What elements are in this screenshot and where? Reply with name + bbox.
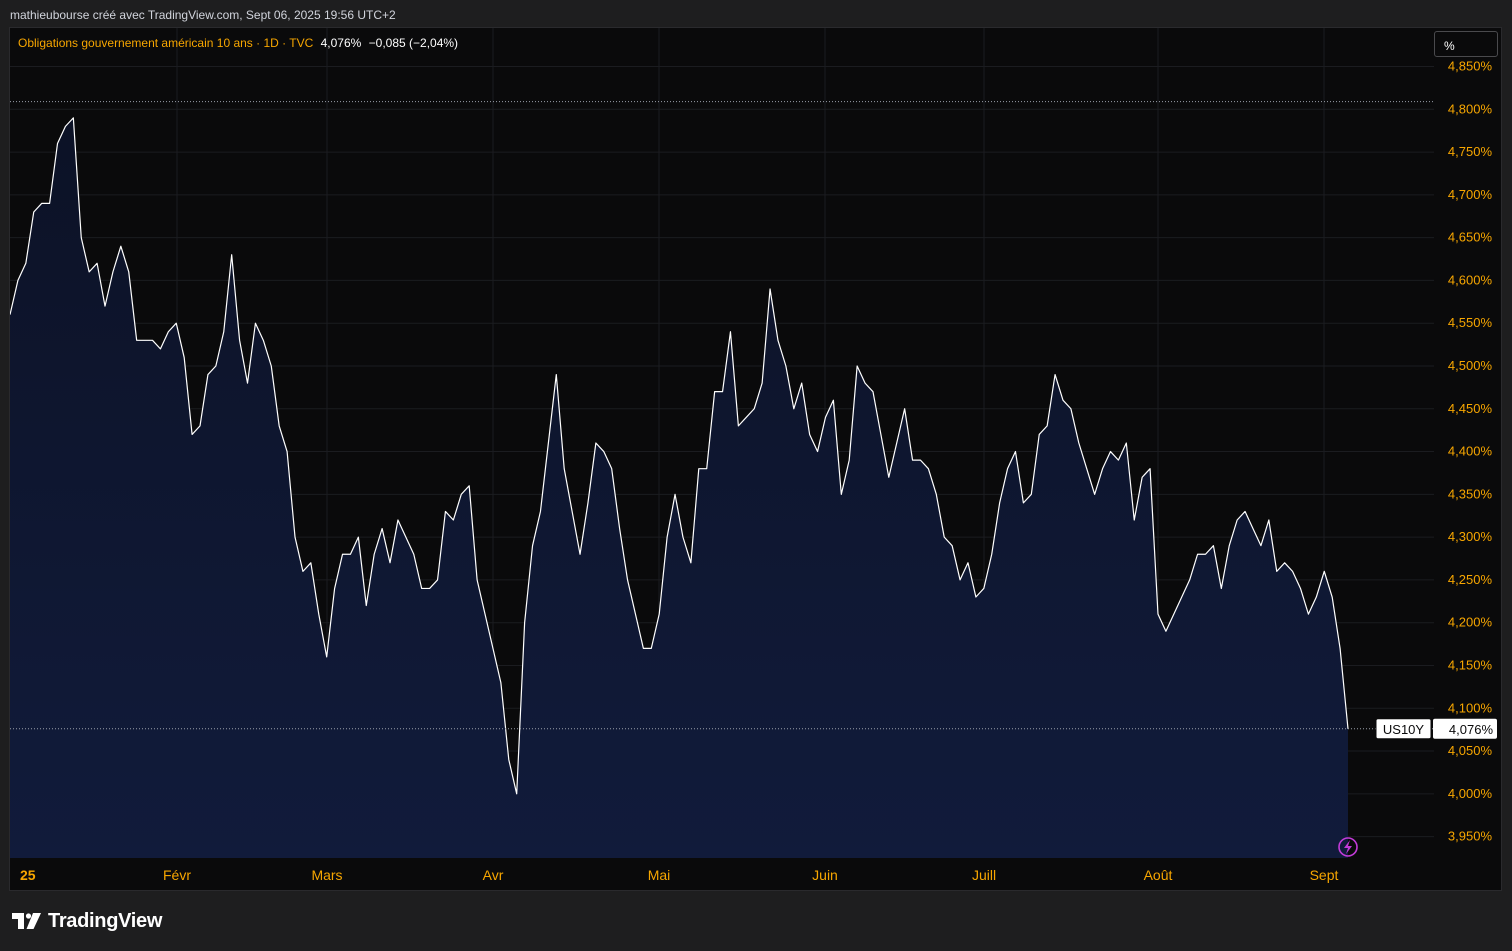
price-chart[interactable]: 3,950% 4,000% 4,050% 4,100% 4,150% 4,200% 4,25… (10, 28, 1502, 891)
y-tick-label: 4,350% (1448, 486, 1493, 501)
y-tick-label: 4,100% (1448, 700, 1493, 715)
x-tick-label: Sept (1310, 867, 1339, 883)
y-tick-label: 4,800% (1448, 101, 1493, 116)
series-area (10, 117, 1348, 859)
x-tick-label: Août (1144, 867, 1173, 883)
y-tick-label: 4,650% (1448, 230, 1493, 245)
chart-legend: Obligations gouvernement américain 10 an… (18, 36, 458, 50)
legend-change: −0,085 (−2,04%) (368, 36, 459, 50)
x-tick-label: Avr (483, 867, 504, 883)
y-tick-label: 4,400% (1448, 444, 1493, 459)
y-tick-label: 3,950% (1448, 829, 1493, 844)
last-price-label-text: 4,076% (1449, 722, 1494, 737)
y-tick-label: 4,550% (1448, 315, 1493, 330)
x-tick-label: 25 (20, 867, 36, 883)
legend-last-value: 4,076% (320, 36, 362, 50)
y-tick-label: 4,000% (1448, 786, 1493, 801)
x-tick-label: Juin (812, 867, 838, 883)
unit-toggle-button[interactable]: % (1434, 31, 1498, 57)
y-tick-label: 4,700% (1448, 187, 1493, 202)
tradingview-logo[interactable]: TradingView (12, 908, 162, 934)
y-tick-label: 4,200% (1448, 615, 1493, 630)
x-tick-label: Févr (163, 867, 191, 883)
chart-area[interactable]: 3,950% 4,000% 4,050% 4,100% 4,150% 4,200% 4,25… (9, 27, 1502, 891)
tradingview-wordmark: TradingView (48, 909, 163, 932)
y-tick-label: 4,600% (1448, 272, 1493, 287)
plot (10, 117, 1349, 859)
y-tick-label: 4,150% (1448, 657, 1493, 672)
chart-caption: mathieubourse créé avec TradingView.com,… (10, 8, 396, 22)
y-tick-label: 4,250% (1448, 572, 1493, 587)
x-tick-label: Juill (972, 867, 996, 883)
x-tick-label: Mars (311, 867, 342, 883)
legend-symbol: Obligations gouvernement américain 10 an… (18, 36, 314, 50)
y-tick-label: 4,850% (1448, 59, 1493, 74)
y-tick-label: 4,750% (1448, 144, 1493, 159)
y-tick-label: 4,500% (1448, 358, 1493, 373)
y-tick-label: 4,450% (1448, 401, 1493, 416)
symbol-label-text: US10Y (1383, 722, 1425, 737)
x-tick-label: Mai (648, 867, 671, 883)
tradingview-logo-icon (12, 913, 41, 929)
y-tick-label: 4,050% (1448, 743, 1493, 758)
y-tick-label: 4,300% (1448, 529, 1493, 544)
